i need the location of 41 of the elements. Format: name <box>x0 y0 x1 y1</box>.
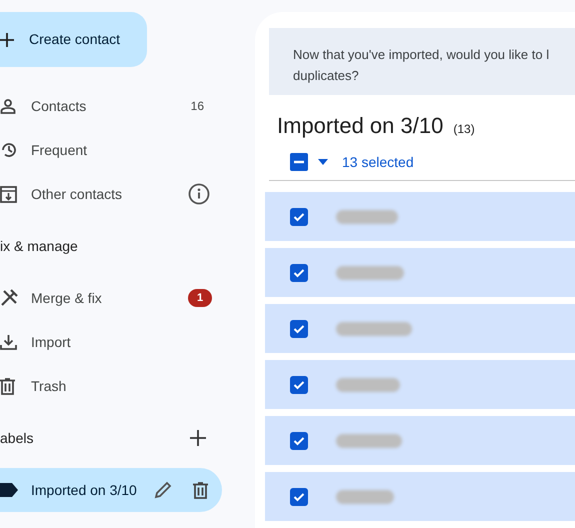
nav-item[interactable]: Imported on 3/10 <box>0 468 222 512</box>
tools-icon <box>0 289 18 307</box>
nav-item[interactable]: Frequent <box>0 128 222 172</box>
create-contact-button[interactable]: Create contact <box>0 12 147 67</box>
info-icon[interactable] <box>188 183 210 205</box>
nav-item[interactable]: Merge & fix 1 <box>0 276 222 320</box>
dropdown-caret-icon[interactable] <box>318 159 328 166</box>
contact-count: 16 <box>190 98 204 115</box>
select-all-checkbox[interactable] <box>290 153 308 172</box>
row-checkbox[interactable] <box>290 432 308 450</box>
label-icon <box>0 483 18 497</box>
nav-item[interactable]: Contacts 16 <box>0 84 222 128</box>
history-icon <box>0 141 18 159</box>
blurred-name <box>336 490 394 504</box>
person-icon <box>0 98 16 114</box>
blurred-name <box>336 378 400 392</box>
row-checkbox[interactable] <box>290 208 308 226</box>
section-heading: ix & manage <box>0 236 78 256</box>
selection-count: 13 selected <box>342 152 414 172</box>
page-title: Imported on 3/10 <box>277 112 444 140</box>
row-checkbox[interactable] <box>290 320 308 338</box>
download-icon <box>0 334 17 350</box>
row-checkbox[interactable] <box>290 376 308 394</box>
plus-icon <box>0 32 14 46</box>
archive-icon <box>0 186 17 202</box>
row-checkbox[interactable] <box>290 264 308 282</box>
notification-badge: 1 <box>188 289 212 307</box>
nav-item[interactable]: Other contacts <box>0 172 222 216</box>
edit-icon[interactable] <box>153 480 173 500</box>
contact-count: (13) <box>453 121 475 138</box>
nav-item[interactable]: Trash <box>0 364 222 408</box>
section-heading: abels <box>0 428 34 448</box>
blurred-name <box>336 210 398 224</box>
blurred-name <box>336 434 402 448</box>
nav-item[interactable]: Import <box>0 320 222 364</box>
blurred-name <box>336 266 404 280</box>
delete-icon[interactable] <box>193 482 208 498</box>
row-checkbox[interactable] <box>290 488 308 506</box>
trash-icon <box>0 378 15 394</box>
suggestion-banner: Now that you've imported, would you like to l duplicates? <box>269 28 575 96</box>
add-label-icon[interactable] <box>190 430 206 446</box>
